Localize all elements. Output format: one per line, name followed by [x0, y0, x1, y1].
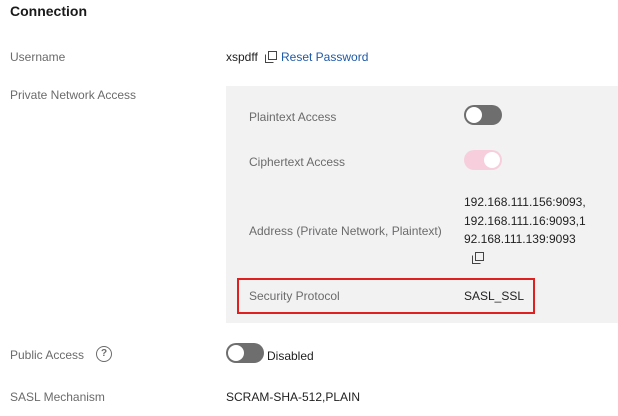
address-value: 192.168.111.156:9093, 192.168.111.16:909… — [464, 193, 586, 249]
security-protocol-label: Security Protocol — [249, 289, 340, 303]
plaintext-access-toggle[interactable] — [464, 105, 502, 125]
reset-password-link[interactable]: Reset Password — [281, 50, 368, 64]
username-label: Username — [10, 50, 66, 64]
sasl-mechanism-value: SCRAM-SHA-512,PLAIN — [226, 390, 361, 404]
section-title: Connection — [10, 3, 87, 19]
ciphertext-access-toggle[interactable] — [464, 150, 502, 170]
address-line: 192.168.111.156:9093, — [464, 195, 586, 209]
public-access-toggle[interactable] — [226, 343, 264, 363]
help-icon[interactable]: ? — [96, 346, 112, 362]
private-network-label: Private Network Access — [10, 88, 137, 102]
toggle-knob — [228, 345, 244, 361]
copy-icon[interactable] — [265, 50, 277, 63]
sasl-mechanism-label: SASL Mechanism — [10, 390, 105, 404]
toggle-knob — [484, 152, 500, 168]
address-line: 92.168.111.139:9093 — [464, 232, 576, 246]
public-access-label: Public Access — [10, 348, 85, 362]
toggle-knob — [466, 107, 482, 123]
security-protocol-value: SASL_SSL — [464, 289, 525, 303]
plaintext-access-label: Plaintext Access — [249, 110, 337, 124]
public-access-status: Disabled — [267, 349, 314, 363]
copy-address-icon[interactable] — [472, 251, 484, 264]
address-label: Address (Private Network, Plaintext) — [249, 224, 442, 238]
ciphertext-access-label: Ciphertext Access — [249, 155, 346, 169]
address-line: 192.168.111.16:9093,1 — [464, 213, 586, 228]
username-value: xspdff — [226, 50, 258, 64]
